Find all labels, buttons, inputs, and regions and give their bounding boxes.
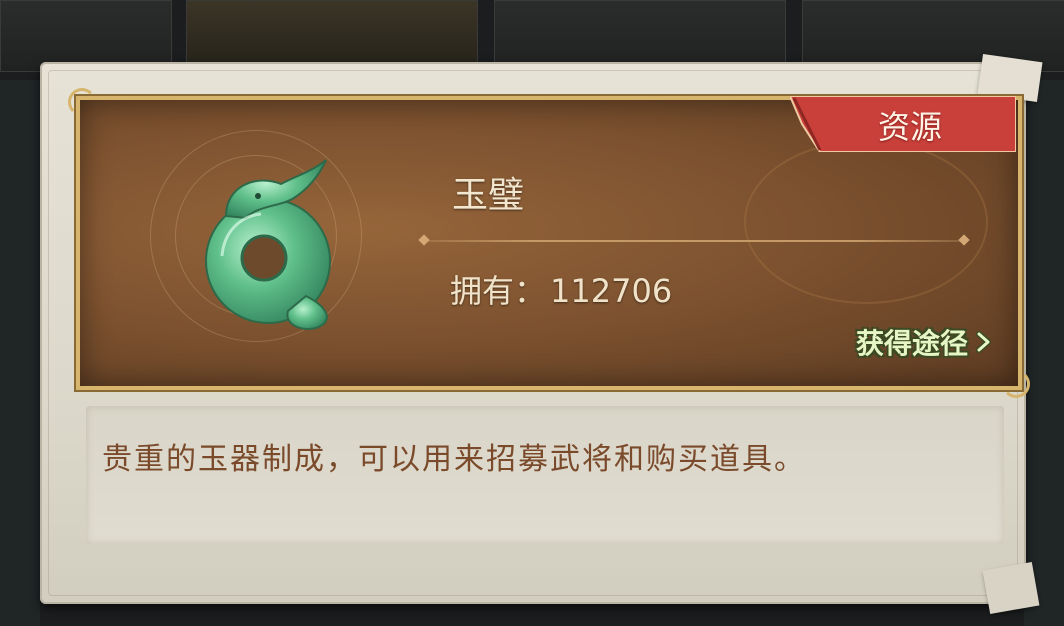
item-description: 贵重的玉器制成，可以用来招募武将和购买道具。 (102, 442, 806, 477)
background-side (1024, 80, 1064, 626)
paper-corner (977, 54, 1043, 102)
cloud-swirl-decoration (744, 140, 988, 304)
corner-ornament (68, 88, 96, 116)
corner-ornament (1002, 370, 1030, 398)
obtain-method-label: 获得途径 (855, 327, 968, 360)
paper-corner (982, 561, 1040, 615)
category-tag: 资源 (878, 108, 943, 146)
chevron-right-icon (976, 331, 991, 353)
description-box: 贵重的玉器制成，可以用来招募武将和购买道具。 (86, 406, 1004, 544)
category-ribbon: 资源 (788, 95, 1017, 153)
jade-dragon-bi-icon (205, 159, 331, 330)
owned-count: 112706 (550, 272, 673, 310)
owned-row: 拥有： 112706 (450, 266, 672, 312)
background-side (0, 80, 40, 626)
item-name: 玉璧 (452, 175, 525, 216)
owned-label: 拥有： (450, 272, 547, 310)
divider (424, 240, 964, 242)
obtain-method-button[interactable]: 获得途径 (856, 322, 992, 362)
